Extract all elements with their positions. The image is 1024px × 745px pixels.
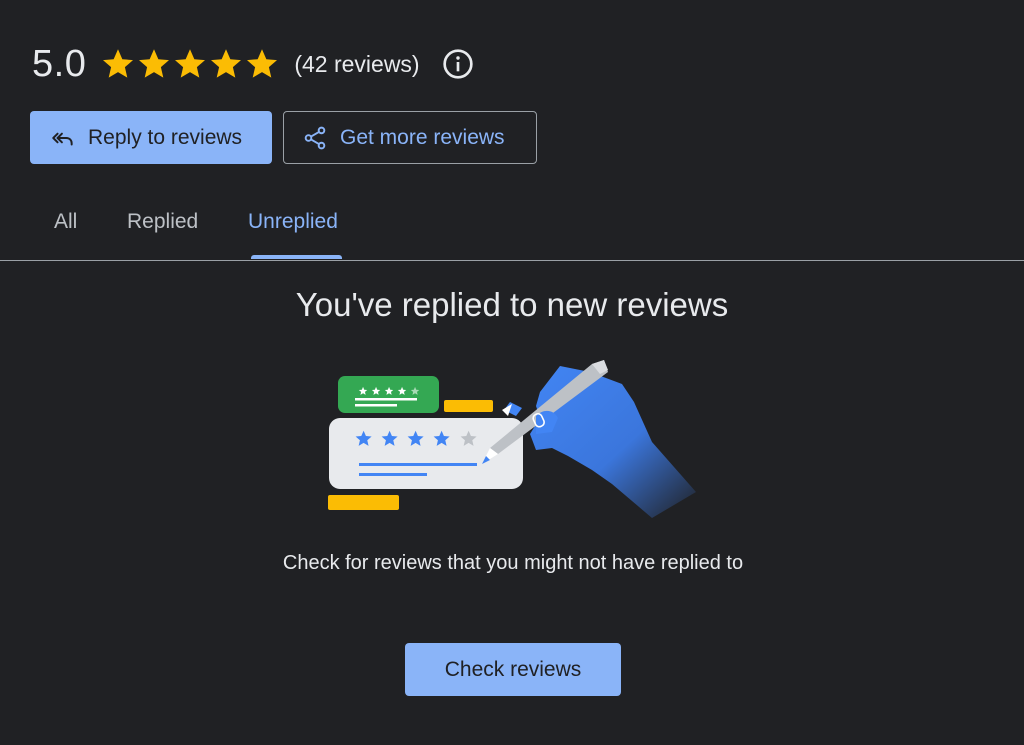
review-tabs: All Replied Unreplied (0, 196, 1024, 260)
share-icon (304, 126, 326, 149)
tab-replied[interactable]: Replied (127, 210, 198, 234)
star-icon (247, 49, 278, 78)
check-reviews-button[interactable]: Check reviews (405, 643, 621, 696)
rating-value: 5.0 (32, 42, 87, 85)
empty-state-description: Check for reviews that you might not hav… (282, 552, 744, 574)
reply-to-reviews-button[interactable]: Reply to reviews (30, 111, 272, 164)
reply-to-reviews-label: Reply to reviews (88, 125, 243, 149)
get-more-reviews-button[interactable]: Get more reviews (283, 111, 537, 164)
review-count: (42 reviews) (294, 50, 420, 77)
info-icon[interactable] (442, 48, 474, 80)
green-review-card (338, 376, 439, 413)
reply-all-icon (52, 132, 73, 145)
get-more-reviews-label: Get more reviews (340, 125, 505, 149)
rating-stars (100, 46, 280, 82)
empty-state-title: You've replied to new reviews (295, 286, 729, 323)
star-icon (139, 49, 170, 78)
tab-selected-indicator (251, 255, 342, 259)
star-icon (211, 49, 242, 78)
star-icon (175, 49, 206, 78)
tab-all[interactable]: All (54, 210, 77, 234)
rating-summary: 5.0 (42 reviews) (32, 38, 474, 90)
tab-unreplied[interactable]: Unreplied (248, 210, 338, 234)
star-icon (103, 49, 134, 78)
hand-shape (530, 366, 696, 518)
review-writing-illustration (328, 360, 696, 518)
tabs-divider (0, 260, 1024, 261)
